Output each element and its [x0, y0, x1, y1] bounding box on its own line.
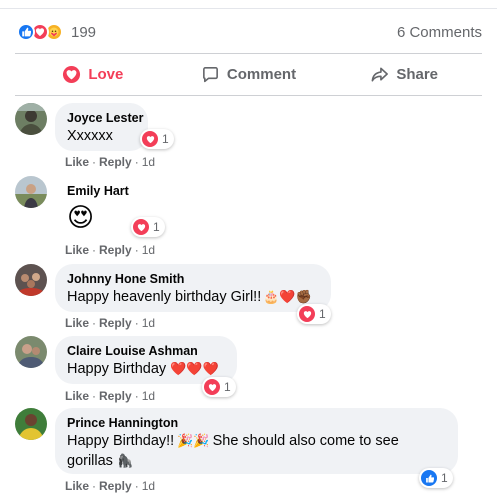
love-button-label: Love: [88, 65, 124, 83]
reaction-icons[interactable]: [17, 23, 63, 41]
reaction-count: 1: [319, 307, 326, 321]
like-link[interactable]: Like: [65, 479, 89, 493]
action-bar: Love Comment Share: [15, 56, 482, 92]
separator: ·: [134, 479, 139, 493]
timestamp[interactable]: 1d: [142, 155, 155, 169]
reply-link[interactable]: Reply: [99, 479, 132, 493]
comment-button[interactable]: Comment: [171, 56, 327, 92]
reaction-count[interactable]: 199: [71, 24, 96, 41]
top-divider: [0, 8, 497, 9]
comment-emily-hart: Emily Hart 😍 1 Like · Reply · 1d: [15, 176, 482, 257]
like-icon: [17, 23, 35, 41]
actions-divider-bottom: [15, 95, 482, 96]
separator: ·: [134, 389, 139, 403]
party-popper-emoji: 🎉🎉: [177, 433, 210, 449]
comment-claire-louise-ashman: Claire Louise Ashman Happy Birthday ❤️❤️❤…: [15, 336, 482, 406]
timestamp[interactable]: 1d: [142, 479, 155, 493]
like-link[interactable]: Like: [65, 316, 89, 330]
gorilla-emoji: 🦍: [116, 453, 134, 469]
comment-meta: Like · Reply · 1d: [65, 155, 155, 169]
comment-text-line: Happy Birthday ❤️❤️❤️: [67, 359, 225, 379]
actions-divider-top: [15, 53, 482, 54]
separator: ·: [92, 389, 97, 403]
comment-meta: Like · Reply · 1d: [65, 243, 155, 257]
reaction-count: 1: [224, 380, 231, 394]
avatar[interactable]: [15, 103, 47, 135]
reaction-count: 1: [441, 471, 448, 485]
reply-link[interactable]: Reply: [99, 155, 132, 169]
avatar[interactable]: [15, 408, 47, 440]
comment-text: Happy Birthday: [67, 361, 167, 377]
comment-meta: Like · Reply · 1d: [65, 316, 155, 330]
comment-author[interactable]: Joyce Lester: [67, 110, 143, 126]
comment-text-line-2: gorillas 🦍: [67, 451, 446, 471]
comment-reactions[interactable]: 1: [419, 468, 453, 488]
comment-icon: [202, 66, 218, 82]
reaction-count: 1: [153, 220, 160, 234]
separator: ·: [92, 243, 97, 257]
love-icon: [133, 219, 149, 235]
separator: ·: [92, 479, 97, 493]
reply-link[interactable]: Reply: [99, 389, 132, 403]
like-icon: [421, 470, 437, 486]
timestamp[interactable]: 1d: [142, 316, 155, 330]
timestamp[interactable]: 1d: [142, 389, 155, 403]
comment-text: Happy Birthday!!: [67, 433, 175, 449]
comment-reactions[interactable]: 1: [131, 217, 165, 237]
like-link[interactable]: Like: [65, 155, 89, 169]
comment-bubble[interactable]: Joyce Lester Xxxxxx: [55, 103, 148, 151]
love-icon: [63, 65, 81, 83]
separator: ·: [92, 155, 97, 169]
comment-bubble[interactable]: Johnny Hone Smith Happy heavenly birthda…: [55, 264, 331, 312]
love-icon: [142, 131, 158, 147]
comment-joyce-lester: Joyce Lester Xxxxxx 1 Like · Reply · 1d: [15, 103, 482, 171]
like-link[interactable]: Like: [65, 243, 89, 257]
reactions-summary[interactable]: 199 6 Comments: [17, 20, 482, 44]
separator: ·: [134, 316, 139, 330]
comment-meta: Like · Reply · 1d: [65, 389, 155, 403]
comment-text-line: Happy heavenly birthday Girl!! 🎂❤️✊🏾: [67, 287, 319, 307]
reply-link[interactable]: Reply: [99, 316, 132, 330]
comment-author[interactable]: Johnny Hone Smith: [67, 271, 319, 287]
comment-reactions[interactable]: 1: [297, 304, 331, 324]
avatar[interactable]: [15, 264, 47, 296]
like-link[interactable]: Like: [65, 389, 89, 403]
comment-text: gorillas: [67, 453, 113, 470]
separator: ·: [134, 155, 139, 169]
comment-johnny-hone-smith: Johnny Hone Smith Happy heavenly birthda…: [15, 264, 482, 332]
comment-reactions[interactable]: 1: [202, 377, 236, 397]
reply-link[interactable]: Reply: [99, 243, 132, 257]
avatar[interactable]: [15, 176, 47, 208]
comment-text-line-1: Happy Birthday!! 🎉🎉 She should also come t…: [67, 431, 446, 451]
timestamp[interactable]: 1d: [142, 243, 155, 257]
share-icon: [371, 67, 389, 81]
love-icon: [204, 379, 220, 395]
comment-bubble[interactable]: Prince Hannington Happy Birthday!! 🎉🎉 She …: [55, 408, 458, 474]
comments-count-link[interactable]: 6 Comments: [397, 24, 482, 41]
separator: ·: [92, 316, 97, 330]
comment-reactions[interactable]: 1: [140, 129, 174, 149]
avatar[interactable]: [15, 336, 47, 368]
separator: ·: [134, 243, 139, 257]
comment-button-label: Comment: [226, 65, 297, 83]
reaction-count: 1: [162, 132, 169, 146]
love-button[interactable]: Love: [15, 56, 171, 92]
comment-author[interactable]: Emily Hart: [67, 183, 153, 199]
comment-text: She should also come to see: [212, 433, 399, 449]
comment-text: Happy heavenly birthday Girl!!: [67, 289, 262, 305]
comment-meta: Like · Reply · 1d: [65, 479, 155, 493]
share-button-label: Share: [396, 65, 439, 83]
comment-author[interactable]: Prince Hannington: [67, 415, 446, 431]
love-icon: [299, 306, 315, 322]
comment-text: Xxxxxx: [67, 128, 113, 144]
share-button[interactable]: Share: [326, 56, 482, 92]
comment-author[interactable]: Claire Louise Ashman: [67, 343, 225, 359]
comment-prince-hannington: Prince Hannington Happy Birthday!! 🎉🎉 She …: [15, 408, 482, 497]
